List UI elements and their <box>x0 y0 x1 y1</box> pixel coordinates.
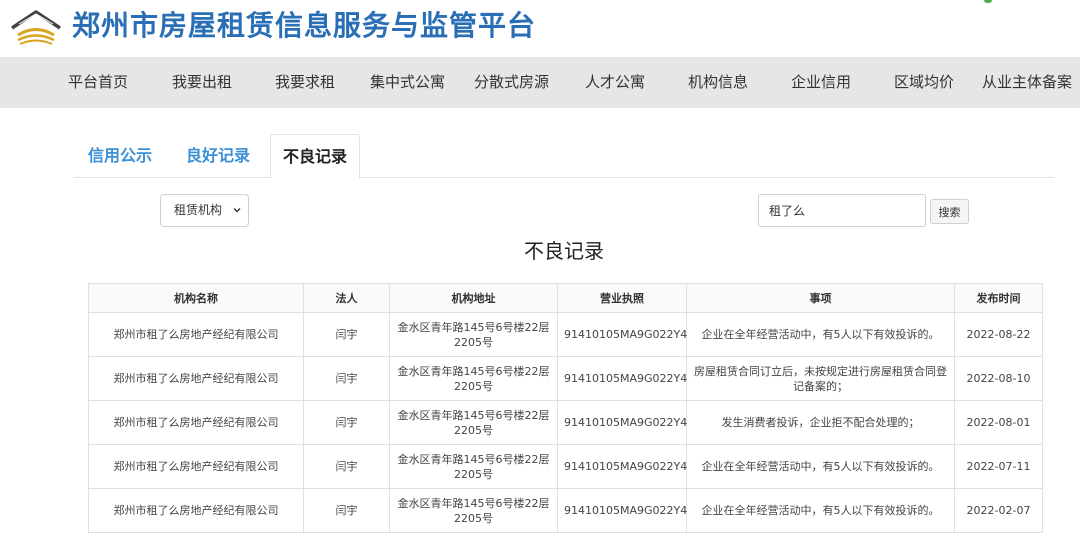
cell-address: 金水区青年路145号6号楼22层2205号 <box>389 312 558 357</box>
credit-tabs: 信用公示 良好记录 不良记录 <box>74 134 1054 179</box>
chevron-down-icon <box>233 208 241 213</box>
cell-publish-date: 2022-08-22 <box>954 312 1043 357</box>
search-input[interactable] <box>758 194 926 227</box>
cell-matter: 房屋租赁合同订立后，未按规定进行房屋租赁合同登记备案的； <box>686 356 955 401</box>
section-title: 不良记录 <box>524 239 604 263</box>
column-header-matter: 事项 <box>686 283 955 313</box>
cell-publish-date: 2022-08-10 <box>954 356 1043 401</box>
cell-address: 金水区青年路145号6号楼22层2205号 <box>389 488 558 533</box>
tab-good-records[interactable]: 良好记录 <box>186 134 250 178</box>
tab-credit-publicity[interactable]: 信用公示 <box>88 134 152 178</box>
cell-agency-name: 郑州市租了么房地产经纪有限公司 <box>88 312 304 357</box>
column-header-address: 机构地址 <box>389 283 558 313</box>
nav-item-home[interactable]: 平台首页 <box>68 57 128 108</box>
nav-item-seek-rent[interactable]: 我要求租 <box>275 57 335 108</box>
cell-agency-name: 郑州市租了么房地产经纪有限公司 <box>88 488 304 533</box>
bad-records-table: 机构名称 法人 机构地址 营业执照 事项 发布时间 郑州市租了么房地产经纪有限公… <box>88 283 1043 533</box>
cell-license: 91410105MA9G022Y4 <box>557 444 687 489</box>
cell-license: 91410105MA9G022Y4 <box>557 312 687 357</box>
cell-publish-date: 2022-07-11 <box>954 444 1043 489</box>
cell-license: 91410105MA9G022Y4 <box>557 400 687 445</box>
cell-legal-person: 闫宇 <box>303 488 390 533</box>
table-row: 郑州市租了么房地产经纪有限公司 闫宇 金水区青年路145号6号楼22层2205号… <box>88 400 1043 445</box>
column-header-publish-date: 发布时间 <box>954 283 1043 313</box>
cell-address: 金水区青年路145号6号楼22层2205号 <box>389 356 558 401</box>
tab-bad-records[interactable]: 不良记录 <box>270 134 361 179</box>
column-header-agency-name: 机构名称 <box>88 283 304 313</box>
house-logo-icon[interactable] <box>10 8 62 48</box>
corner-indicator <box>984 0 992 3</box>
table-row: 郑州市租了么房地产经纪有限公司 闫宇 金水区青年路145号6号楼22层2205号… <box>88 444 1043 489</box>
cell-address: 金水区青年路145号6号楼22层2205号 <box>389 400 558 445</box>
cell-publish-date: 2022-08-01 <box>954 400 1043 445</box>
cell-matter: 企业在全年经营活动中，有5人以下有效投诉的。 <box>686 444 955 489</box>
nav-item-enterprise-credit[interactable]: 企业信用 <box>791 57 851 108</box>
nav-item-rent-out[interactable]: 我要出租 <box>172 57 232 108</box>
cell-matter: 发生消费者投诉，企业拒不配合处理的； <box>686 400 955 445</box>
main-nav: 平台首页 我要出租 我要求租 集中式公寓 分散式房源 人才公寓 机构信息 企业信… <box>0 57 1080 108</box>
nav-item-scattered-housing[interactable]: 分散式房源 <box>474 57 549 108</box>
site-title: 郑州市房屋租赁信息服务与监管平台 <box>72 9 537 42</box>
agency-type-select-value: 租赁机构 <box>174 203 223 217</box>
agency-type-select[interactable]: 租赁机构 <box>160 194 249 227</box>
cell-agency-name: 郑州市租了么房地产经纪有限公司 <box>88 356 304 401</box>
cell-legal-person: 闫宇 <box>303 444 390 489</box>
cell-legal-person: 闫宇 <box>303 356 390 401</box>
cell-license: 91410105MA9G022Y4 <box>557 488 687 533</box>
column-header-license: 营业执照 <box>557 283 687 313</box>
nav-item-talent-apartment[interactable]: 人才公寓 <box>585 57 645 108</box>
site-header: 郑州市房屋租赁信息服务与监管平台 <box>0 0 1080 57</box>
nav-item-centralized-apartment[interactable]: 集中式公寓 <box>370 57 445 108</box>
table-header-row: 机构名称 法人 机构地址 营业执照 事项 发布时间 <box>88 283 1043 313</box>
cell-address: 金水区青年路145号6号楼22层2205号 <box>389 444 558 489</box>
table-row: 郑州市租了么房地产经纪有限公司 闫宇 金水区青年路145号6号楼22层2205号… <box>88 356 1043 401</box>
nav-item-filing[interactable]: 从业主体备案 <box>982 57 1072 108</box>
cell-matter: 企业在全年经营活动中，有5人以下有效投诉的。 <box>686 488 955 533</box>
cell-publish-date: 2022-02-07 <box>954 488 1043 533</box>
cell-license: 91410105MA9G022Y4 <box>557 356 687 401</box>
cell-agency-name: 郑州市租了么房地产经纪有限公司 <box>88 444 304 489</box>
cell-legal-person: 闫宇 <box>303 312 390 357</box>
cell-matter: 企业在全年经营活动中，有5人以下有效投诉的。 <box>686 312 955 357</box>
column-header-legal-person: 法人 <box>303 283 390 313</box>
nav-item-agency-info[interactable]: 机构信息 <box>688 57 748 108</box>
search-button[interactable]: 搜索 <box>930 199 969 224</box>
table-row: 郑州市租了么房地产经纪有限公司 闫宇 金水区青年路145号6号楼22层2205号… <box>88 312 1043 357</box>
table-row: 郑州市租了么房地产经纪有限公司 闫宇 金水区青年路145号6号楼22层2205号… <box>88 488 1043 533</box>
nav-item-area-price[interactable]: 区域均价 <box>894 57 954 108</box>
cell-legal-person: 闫宇 <box>303 400 390 445</box>
cell-agency-name: 郑州市租了么房地产经纪有限公司 <box>88 400 304 445</box>
